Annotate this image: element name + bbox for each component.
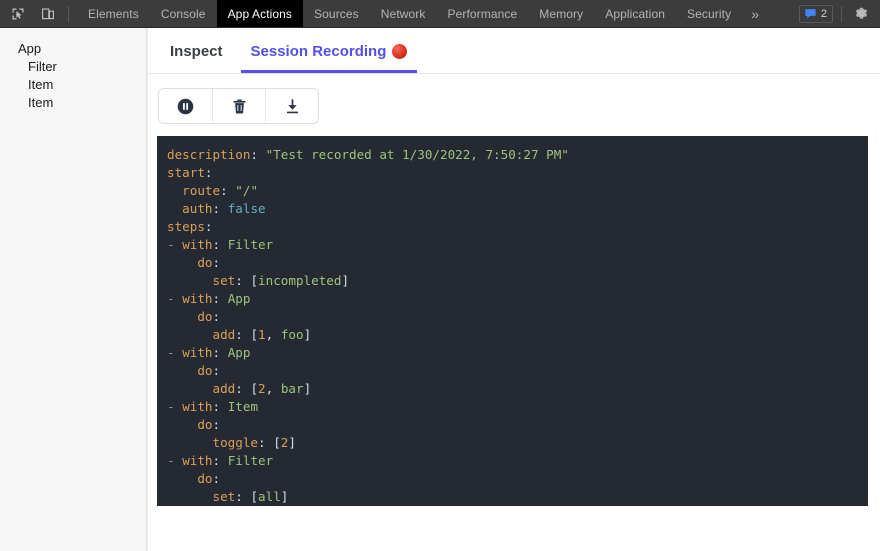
tab-security[interactable]: Security bbox=[676, 0, 742, 27]
devtools-toolbar-right: 2 bbox=[798, 0, 880, 27]
tab-memory[interactable]: Memory bbox=[528, 0, 594, 27]
tab-sources[interactable]: Sources bbox=[303, 0, 370, 27]
tab-session-recording-label: Session Recording bbox=[250, 43, 387, 60]
devtools-toolbar: Elements Console App Actions Sources Net… bbox=[0, 0, 880, 28]
tab-app-actions[interactable]: App Actions bbox=[216, 0, 304, 27]
tab-performance[interactable]: Performance bbox=[437, 0, 529, 27]
tree-item-item-1[interactable]: Item bbox=[0, 76, 146, 94]
devtools-tab-strip: Elements Console App Actions Sources Net… bbox=[77, 0, 799, 27]
issues-message-icon bbox=[805, 9, 816, 19]
tab-inspect[interactable]: Inspect bbox=[160, 43, 233, 73]
recording-code-wrap: description: "Test recorded at 1/30/2022… bbox=[148, 136, 880, 506]
toolbar-divider-right bbox=[841, 5, 842, 22]
tree-item-app[interactable]: App bbox=[0, 40, 146, 58]
device-toolbar-icon[interactable] bbox=[36, 2, 60, 26]
toolbar-divider bbox=[68, 6, 69, 22]
pause-recording-button[interactable] bbox=[159, 89, 212, 123]
pause-circle-icon bbox=[177, 98, 194, 114]
devtools-icon-group bbox=[0, 0, 77, 27]
issues-counter-button[interactable]: 2 bbox=[798, 4, 833, 23]
session-recording-yaml[interactable]: description: "Test recorded at 1/30/2022… bbox=[157, 136, 868, 506]
tab-application[interactable]: Application bbox=[594, 0, 676, 27]
component-tree-sidebar: App Filter Item Item bbox=[0, 28, 147, 551]
recorder-toolbar bbox=[148, 74, 880, 136]
tab-network[interactable]: Network bbox=[370, 0, 437, 27]
yaml-code: description: "Test recorded at 1/30/2022… bbox=[167, 147, 569, 504]
tab-session-recording[interactable]: Session Recording bbox=[240, 43, 418, 73]
tab-elements[interactable]: Elements bbox=[77, 0, 150, 27]
app-body: App Filter Item Item Inspect Session Rec… bbox=[0, 28, 880, 551]
trash-icon bbox=[232, 98, 246, 114]
download-recording-button[interactable] bbox=[265, 89, 318, 123]
tree-item-filter[interactable]: Filter bbox=[0, 58, 146, 76]
delete-recording-button[interactable] bbox=[212, 89, 265, 123]
tab-console[interactable]: Console bbox=[150, 0, 217, 27]
inspect-element-icon[interactable] bbox=[6, 2, 30, 26]
recording-dot-icon bbox=[392, 44, 408, 59]
issues-count-label: 2 bbox=[820, 7, 827, 20]
gear-icon[interactable] bbox=[850, 3, 872, 25]
panel-subtab-strip: Inspect Session Recording bbox=[148, 28, 880, 74]
more-tabs-chevron-icon[interactable]: » bbox=[742, 0, 768, 27]
recorder-button-group bbox=[158, 88, 319, 124]
tab-inspect-label: Inspect bbox=[170, 43, 223, 60]
download-icon bbox=[286, 98, 298, 113]
tree-item-item-2[interactable]: Item bbox=[0, 94, 146, 112]
app-actions-panel: Inspect Session Recording description: "… bbox=[147, 28, 880, 551]
